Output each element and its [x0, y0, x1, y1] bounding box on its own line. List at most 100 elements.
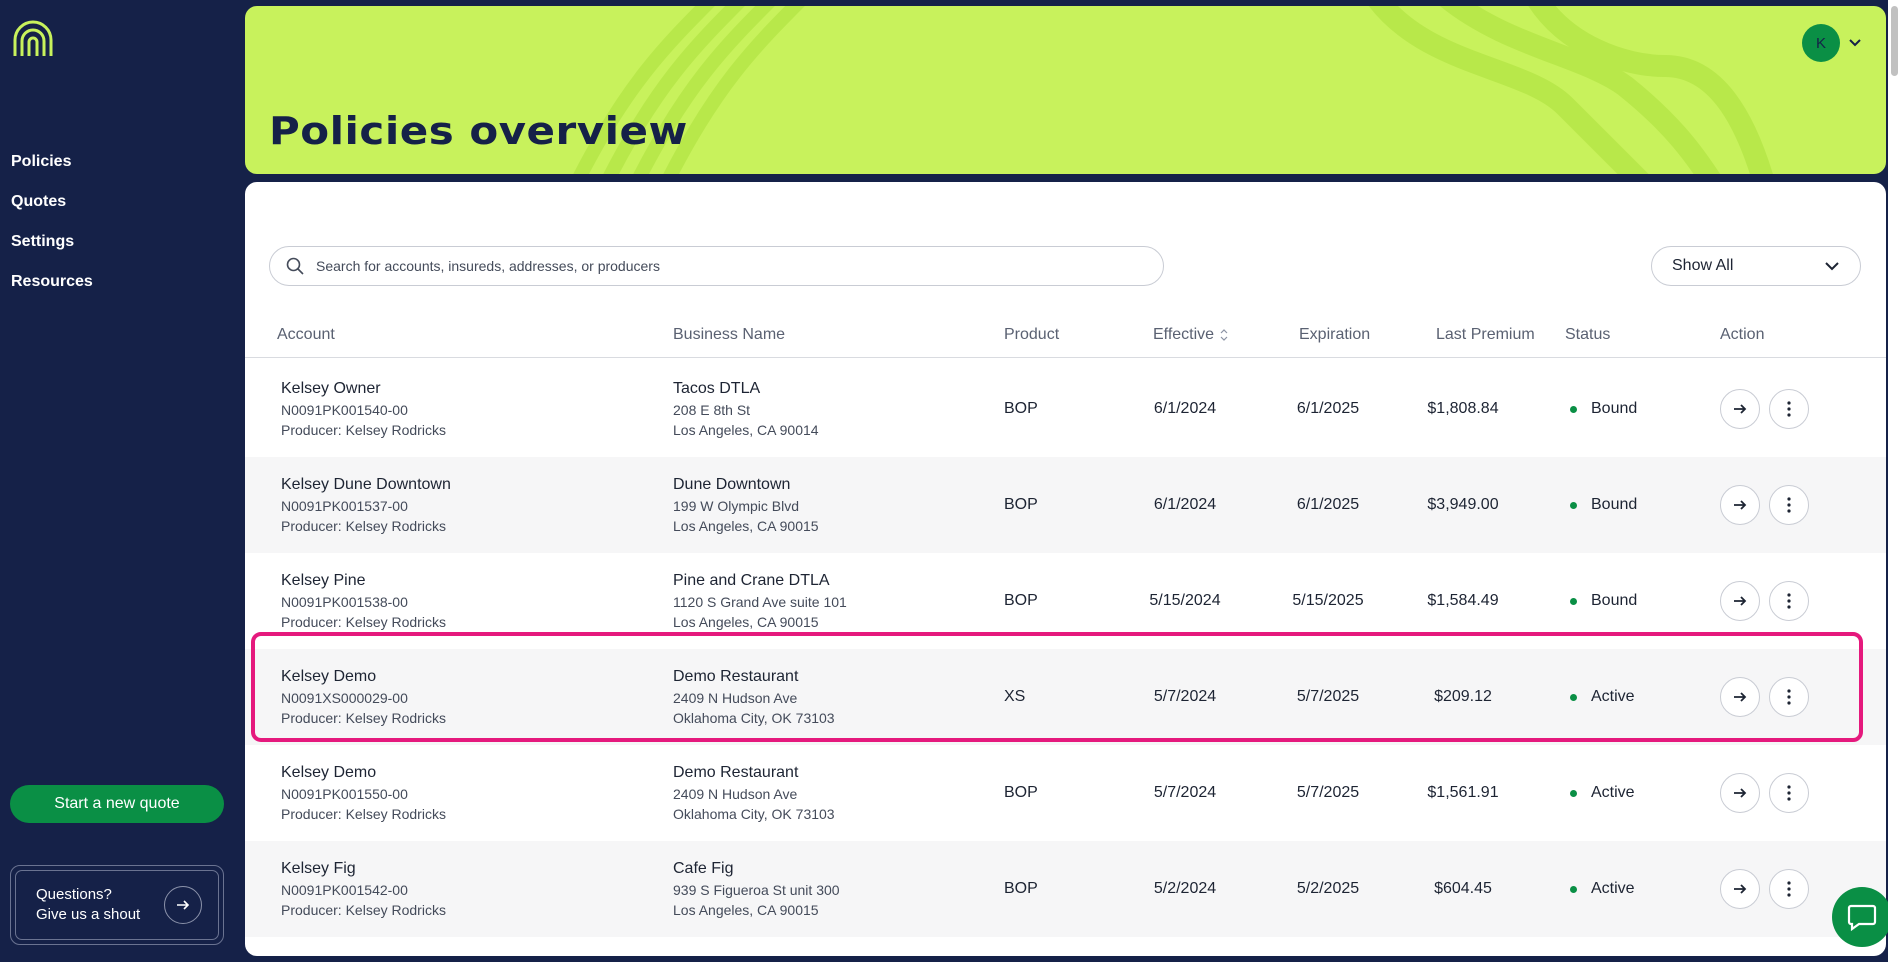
status-label: Bound	[1591, 400, 1638, 417]
last-premium-cell: $1,584.49	[1427, 592, 1499, 609]
column-header-business-name[interactable]: Business Name	[673, 312, 785, 358]
arrow-right-icon	[1734, 404, 1747, 414]
page-title: Policies overview	[269, 107, 688, 154]
address-line-1: 199 W Olympic Blvd	[673, 498, 800, 514]
business-cell: Cafe Fig 939 S Figueroa St unit 300 Los …	[673, 841, 840, 937]
table-row[interactable]: Kelsey Demo N0091XS000029-00 Producer: K…	[245, 649, 1886, 745]
producer-name: Producer: Kelsey Rodricks	[281, 422, 446, 438]
account-name[interactable]: Kelsey Demo	[281, 762, 446, 784]
table-row[interactable]: Kelsey Fig N0091PK001542-00 Producer: Ke…	[245, 841, 1886, 937]
product-cell: BOP	[1004, 400, 1038, 417]
more-vertical-icon	[1787, 689, 1791, 705]
user-menu[interactable]: K	[1802, 24, 1862, 62]
expiration-date-cell: 5/15/2025	[1292, 592, 1364, 609]
expiration-date-cell: 6/1/2025	[1296, 400, 1360, 417]
status-cell: Active	[1570, 649, 1635, 745]
product-cell: BOP	[1004, 496, 1038, 513]
status-label: Active	[1591, 880, 1635, 897]
contact-support-button[interactable]: Questions? Give us a shout	[15, 870, 219, 940]
brand-logo-icon[interactable]	[12, 20, 54, 56]
status-cell: Bound	[1570, 553, 1637, 649]
open-policy-button[interactable]	[1720, 677, 1760, 717]
help-card: Questions? Give us a shout	[10, 865, 224, 945]
chat-launcher-button[interactable]	[1832, 887, 1892, 947]
filter-selected-value: Show All	[1672, 257, 1734, 274]
help-line-1: Questions?	[36, 886, 112, 903]
row-more-menu-button[interactable]	[1769, 773, 1809, 813]
arrow-right-icon	[1734, 788, 1747, 798]
column-header-last-premium[interactable]: Last Premium	[1436, 312, 1535, 358]
last-premium-cell: $3,949.00	[1427, 496, 1499, 513]
address-line-1: 2409 N Hudson Ave	[673, 786, 798, 802]
sidebar-item-resources[interactable]: Resources	[11, 270, 93, 310]
page-scrollbar[interactable]	[1888, 0, 1901, 962]
column-header-action: Action	[1720, 326, 1765, 343]
row-more-menu-button[interactable]	[1769, 581, 1809, 621]
policy-number: N0091PK001537-00	[281, 498, 408, 514]
product-cell: BOP	[1004, 784, 1038, 801]
open-policy-button[interactable]	[1720, 485, 1760, 525]
policy-number: N0091XS000029-00	[281, 690, 408, 706]
table-row[interactable]: Kelsey Pine N0091PK001538-00 Producer: K…	[245, 553, 1886, 649]
row-more-menu-button[interactable]	[1769, 485, 1809, 525]
address-line-2: Oklahoma City, OK 73103	[673, 806, 835, 822]
policies-panel: Show All Account Business Name Product E…	[245, 182, 1886, 956]
address-line-2: Los Angeles, CA 90015	[673, 614, 819, 630]
policy-number: N0091PK001550-00	[281, 786, 408, 802]
producer-name: Producer: Kelsey Rodricks	[281, 710, 446, 726]
open-policy-button[interactable]	[1720, 581, 1760, 621]
address-line-1: 1120 S Grand Ave suite 101	[673, 594, 847, 610]
start-new-quote-button[interactable]: Start a new quote	[10, 785, 224, 823]
status-dot-icon	[1570, 597, 1577, 605]
table-row[interactable]: Kelsey Dune Downtown N0091PK001537-00 Pr…	[245, 457, 1886, 553]
status-label: Active	[1591, 784, 1635, 801]
status-cell: Active	[1570, 745, 1635, 841]
sidebar-item-policies[interactable]: Policies	[11, 150, 93, 190]
account-name[interactable]: Kelsey Pine	[281, 570, 446, 592]
account-name[interactable]: Kelsey Owner	[281, 378, 446, 400]
search-bar[interactable]	[269, 246, 1164, 286]
last-premium-cell: $604.45	[1434, 880, 1492, 897]
column-header-product[interactable]: Product	[1004, 312, 1059, 358]
status-filter-dropdown[interactable]: Show All	[1651, 246, 1861, 286]
business-cell: Pine and Crane DTLA 1120 S Grand Ave sui…	[673, 553, 847, 649]
help-text: Questions? Give us a shout	[36, 885, 140, 925]
more-vertical-icon	[1787, 785, 1791, 801]
row-more-menu-button[interactable]	[1769, 869, 1809, 909]
account-cell: Kelsey Dune Downtown N0091PK001537-00 Pr…	[281, 457, 451, 553]
status-dot-icon	[1570, 501, 1577, 509]
account-name[interactable]: Kelsey Demo	[281, 666, 446, 688]
avatar[interactable]: K	[1802, 24, 1840, 62]
expiration-date-cell: 6/1/2025	[1296, 496, 1360, 513]
table-row[interactable]: Kelsey Owner N0091PK001540-00 Producer: …	[245, 361, 1886, 457]
search-input[interactable]	[316, 258, 1136, 274]
producer-name: Producer: Kelsey Rodricks	[281, 614, 446, 630]
column-header-account[interactable]: Account	[277, 312, 335, 358]
open-policy-button[interactable]	[1720, 773, 1760, 813]
column-header-effective[interactable]: Effective	[1153, 312, 1228, 358]
account-name[interactable]: Kelsey Fig	[281, 858, 446, 880]
table-header: Account Business Name Product Effective …	[245, 312, 1886, 358]
table-row[interactable]: Kelsey Demo N0091PK001550-00 Producer: K…	[245, 745, 1886, 841]
column-header-status[interactable]: Status	[1565, 312, 1610, 358]
account-cell: Kelsey Demo N0091PK001550-00 Producer: K…	[281, 745, 446, 841]
effective-date-cell: 5/7/2024	[1153, 784, 1217, 801]
effective-date-cell: 6/1/2024	[1153, 400, 1217, 417]
status-dot-icon	[1570, 693, 1577, 701]
sidebar-item-quotes[interactable]: Quotes	[11, 190, 93, 230]
status-label: Bound	[1591, 496, 1638, 513]
producer-name: Producer: Kelsey Rodricks	[281, 806, 446, 822]
business-name: Cafe Fig	[673, 860, 734, 877]
column-header-expiration[interactable]: Expiration	[1299, 312, 1370, 358]
policy-number: N0091PK001540-00	[281, 402, 408, 418]
business-cell: Demo Restaurant 2409 N Hudson Ave Oklaho…	[673, 649, 835, 745]
account-name[interactable]: Kelsey Dune Downtown	[281, 474, 451, 496]
row-more-menu-button[interactable]	[1769, 389, 1809, 429]
row-more-menu-button[interactable]	[1769, 677, 1809, 717]
product-cell: XS	[1004, 688, 1026, 705]
policy-number: N0091PK001538-00	[281, 594, 408, 610]
open-policy-button[interactable]	[1720, 869, 1760, 909]
sidebar-item-settings[interactable]: Settings	[11, 230, 93, 270]
open-policy-button[interactable]	[1720, 389, 1760, 429]
scrollbar-thumb[interactable]	[1891, 6, 1898, 76]
